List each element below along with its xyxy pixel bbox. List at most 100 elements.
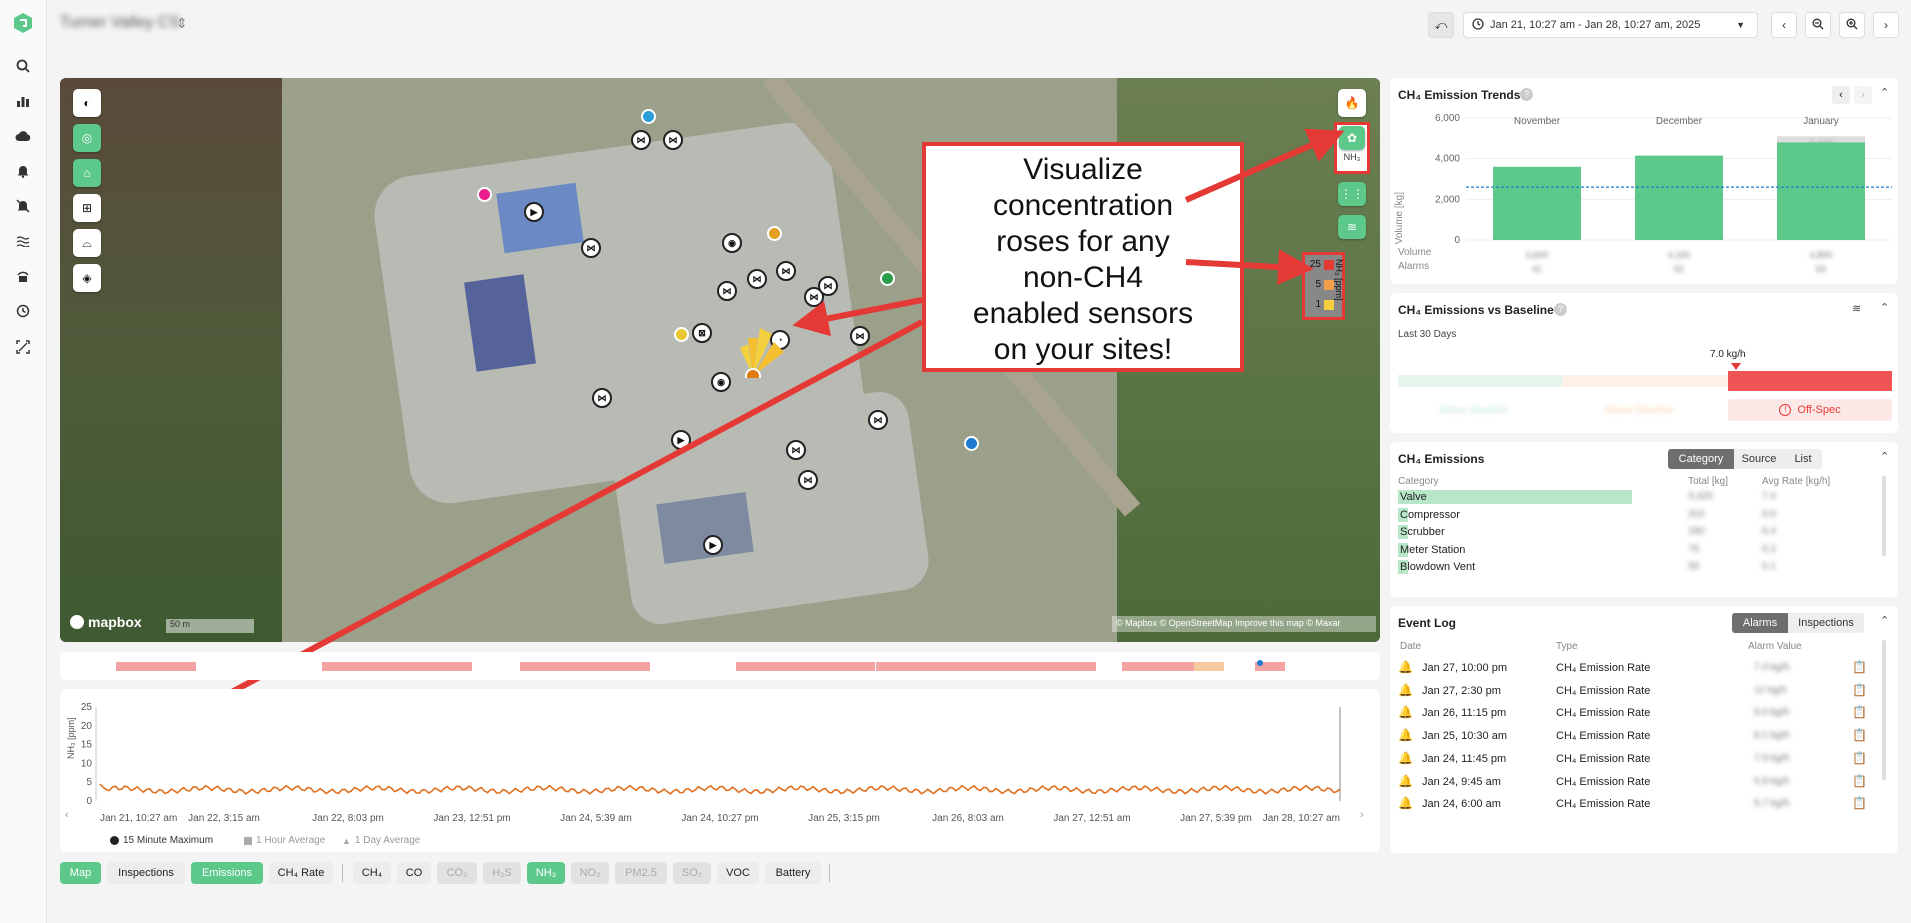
fence-button[interactable]: ⊞: [73, 194, 101, 222]
event-row[interactable]: 🔔 Jan 24, 11:45 pm CH₄ Emission Rate 7.9 kg…: [1398, 751, 1888, 769]
clipboard-icon[interactable]: 📋: [1852, 751, 1867, 765]
alarm-segment[interactable]: [116, 662, 196, 671]
valve-marker[interactable]: ⋈: [776, 261, 796, 281]
legend-1hr[interactable]: 1 Hour Average: [244, 835, 325, 846]
clipboard-icon[interactable]: 📋: [1852, 683, 1867, 697]
tab-category[interactable]: Category: [1668, 449, 1734, 469]
gas-h2s-button[interactable]: H₂S: [483, 862, 521, 884]
tab-alarms[interactable]: Alarms: [1732, 613, 1788, 633]
gas-pm25-button[interactable]: PM2.5: [615, 862, 667, 884]
nh3-chart[interactable]: 25 20 15 10 5 0 Jan 21, 10:27 am Jan 22, 3:15 a…: [60, 689, 1380, 852]
compass-button[interactable]: ◐: [73, 89, 101, 117]
alarm-timeline[interactable]: [60, 652, 1380, 680]
gas-nh3-button[interactable]: NH₃: [527, 862, 565, 884]
valve-marker[interactable]: ⋈: [581, 238, 601, 258]
sensor-icon[interactable]: [12, 265, 34, 287]
cloud-icon[interactable]: [12, 125, 34, 147]
map-attribution[interactable]: © Mapbox © OpenStreetMap Improve this ma…: [1112, 616, 1376, 632]
compressor-marker[interactable]: ▶: [671, 430, 691, 450]
legend-1day[interactable]: ▲ 1 Day Average: [342, 835, 420, 846]
logo-icon[interactable]: [12, 12, 34, 34]
battery-button[interactable]: Battery: [765, 862, 821, 884]
chart-next-icon[interactable]: ›: [1360, 809, 1364, 821]
gas-ch4-button[interactable]: CH₄: [353, 862, 391, 884]
help-icon[interactable]: ?: [1554, 303, 1567, 316]
site-name[interactable]: Turner Valley CS: [60, 14, 180, 32]
event-row[interactable]: 🔔 Jan 24, 6:00 am CH₄ Emission Rate 5.7 kg/…: [1398, 796, 1888, 814]
sensor-dot-blue[interactable]: [641, 109, 656, 124]
flame-toggle-button[interactable]: 🔥: [1338, 89, 1366, 117]
bell-icon[interactable]: [12, 160, 34, 182]
nh3-series-line[interactable]: [99, 783, 1341, 795]
grid-toggle-button[interactable]: ⋮⋮: [1338, 182, 1366, 206]
history-icon[interactable]: [12, 300, 34, 322]
inspections-view-button[interactable]: Inspections: [107, 862, 185, 884]
event-row[interactable]: 🔔 Jan 26, 11:15 pm CH₄ Emission Rate 9.6 kg…: [1398, 705, 1888, 723]
meter-marker[interactable]: ⊠: [692, 323, 712, 343]
alarm-segment[interactable]: [876, 662, 1096, 671]
sensor-dot-blue[interactable]: [964, 436, 979, 451]
tab-source[interactable]: Source: [1734, 449, 1784, 469]
scrubber-marker[interactable]: ◉: [722, 233, 742, 253]
column-header[interactable]: Avg Rate [kg/h]: [1762, 476, 1830, 487]
event-row[interactable]: 🔔 Jan 27, 10:00 pm CH₄ Emission Rate 7.4 kg…: [1398, 660, 1888, 678]
timeline-cursor[interactable]: [1257, 660, 1263, 666]
valve-marker[interactable]: ⋈: [818, 276, 838, 296]
valve-marker[interactable]: ⋈: [798, 470, 818, 490]
event-row[interactable]: 🔔 Jan 27, 2:30 pm CH₄ Emission Rate 12 kg/h…: [1398, 683, 1888, 701]
column-header[interactable]: Total [kg]: [1688, 476, 1728, 487]
sensor-dot-amber[interactable]: [767, 226, 782, 241]
scan-icon[interactable]: [12, 336, 34, 358]
concentration-rose[interactable]: [730, 298, 800, 378]
tab-list[interactable]: List: [1784, 449, 1822, 469]
trend-bar[interactable]: [1493, 166, 1581, 240]
gas-so2-button[interactable]: SO₂: [673, 862, 711, 884]
compressor-marker[interactable]: ▶: [524, 202, 544, 222]
table-row[interactable]: Meter Station 75 0.2: [1398, 542, 1878, 558]
valve-marker[interactable]: ⋈: [786, 440, 806, 460]
valve-marker[interactable]: ⋈: [850, 326, 870, 346]
chart-prev-icon[interactable]: ‹: [65, 809, 69, 821]
alarm-segment[interactable]: [1194, 662, 1224, 671]
valve-marker[interactable]: ⋈: [868, 410, 888, 430]
waves-icon[interactable]: [12, 230, 34, 252]
search-icon[interactable]: [12, 55, 34, 77]
table-row[interactable]: Valve 3,420 7.4: [1398, 490, 1878, 505]
valve-marker[interactable]: ⋈: [663, 130, 683, 150]
ch4-rate-view-button[interactable]: CH₄ Rate: [269, 862, 333, 884]
concentration-rose-toggle[interactable]: ✿: [1339, 126, 1365, 150]
valve-marker[interactable]: ⋈: [631, 130, 651, 150]
prev-range-button[interactable]: ‹: [1771, 12, 1797, 38]
clipboard-icon[interactable]: 📋: [1852, 660, 1867, 674]
date-range-picker[interactable]: Jan 21, 10:27 am - Jan 28, 10:27 am, 202…: [1463, 12, 1758, 38]
column-header[interactable]: Category: [1398, 476, 1439, 487]
column-header[interactable]: Type: [1556, 641, 1578, 652]
sensor-dot-yellow[interactable]: [674, 327, 689, 342]
sensor-dot-magenta[interactable]: [477, 187, 492, 202]
collapse-chevron-icon[interactable]: ⌃: [1880, 450, 1889, 463]
emissions-view-button[interactable]: Emissions: [191, 862, 263, 884]
compressor-marker[interactable]: ▶: [703, 535, 723, 555]
collapse-chevron-icon[interactable]: ⌃: [1880, 614, 1889, 627]
trend-bar[interactable]: [1635, 155, 1723, 240]
site-map[interactable]: ▶ ⋈ ⋈ ⋈ ◉ ⋈ ⋈ ⋈ ⋈ ⋈ ⋈ ⊠ ◔ ◉ ⋈ ⋈ ▶ ⋈ ⋈ ▶ …: [60, 78, 1380, 642]
clipboard-icon[interactable]: 📋: [1852, 728, 1867, 742]
alarm-segment[interactable]: [815, 662, 875, 671]
gas-co2-button[interactable]: CO₂: [437, 862, 477, 884]
alarm-segment[interactable]: [520, 662, 650, 671]
trend-bar[interactable]: [1777, 142, 1865, 240]
table-row[interactable]: Blowdown Vent 50 0.1: [1398, 560, 1878, 575]
clipboard-icon[interactable]: 📋: [1852, 705, 1867, 719]
next-range-button[interactable]: ›: [1873, 12, 1899, 38]
column-header[interactable]: Alarm Value: [1748, 641, 1802, 652]
sensor-layer-button[interactable]: ◎: [73, 124, 101, 152]
alarm-off-icon[interactable]: [12, 195, 34, 217]
valve-marker[interactable]: ⋈: [592, 388, 612, 408]
clipboard-icon[interactable]: 📋: [1852, 774, 1867, 788]
valve-marker[interactable]: ⋈: [747, 269, 767, 289]
zoom-out-button[interactable]: [1805, 12, 1831, 38]
collapse-chevron-icon[interactable]: ⌃: [1880, 301, 1889, 314]
sensor-dot-green[interactable]: [880, 271, 895, 286]
table-row[interactable]: Compressor 310 0.6: [1398, 507, 1878, 523]
gas-voc-button[interactable]: VOC: [717, 862, 759, 884]
